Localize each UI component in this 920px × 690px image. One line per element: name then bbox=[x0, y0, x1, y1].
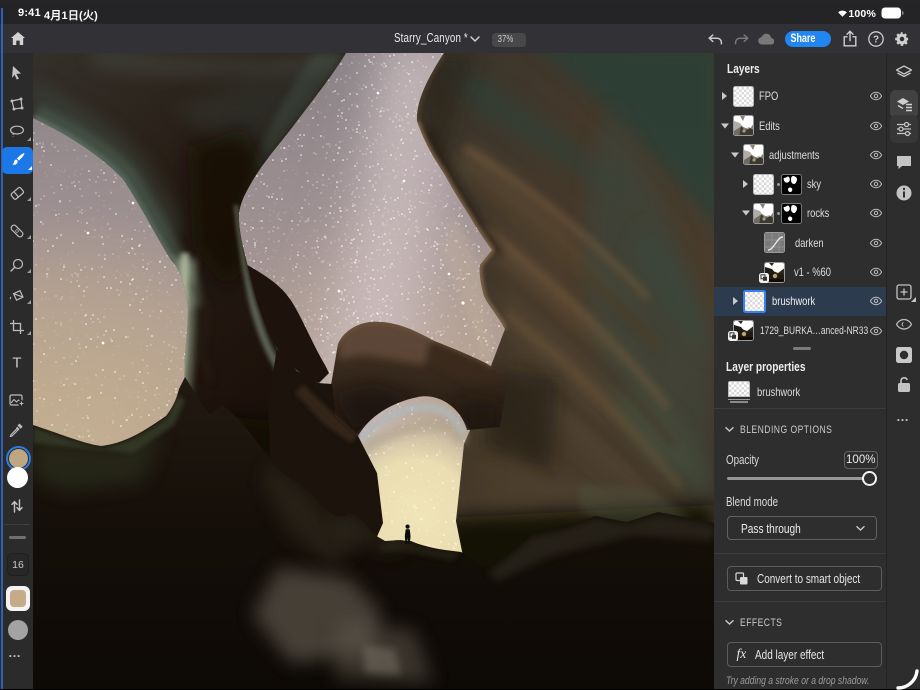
svg-text:?: ? bbox=[873, 35, 879, 46]
svg-text:T: T bbox=[12, 355, 21, 369]
